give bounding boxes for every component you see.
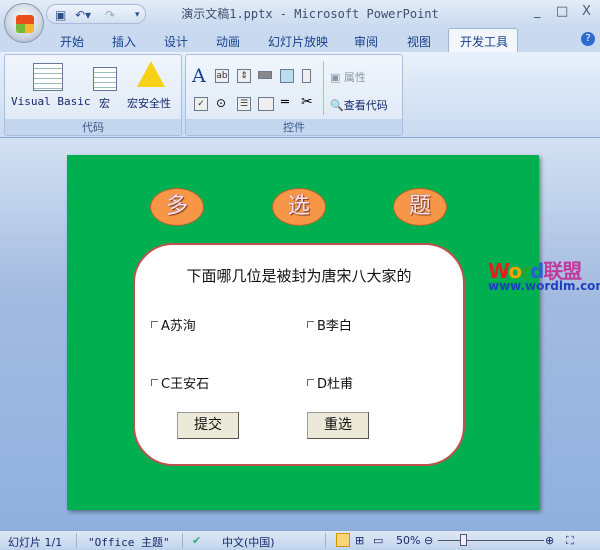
zoom-out-icon[interactable]: ⊖ xyxy=(424,534,433,547)
save-icon[interactable]: ▣ xyxy=(55,8,66,22)
quick-access-toolbar: ▣ ↶▾ ↷ ▾ xyxy=(46,4,146,24)
normal-view-icon[interactable] xyxy=(336,533,350,547)
tab-review[interactable]: 审阅 xyxy=(354,33,378,50)
button-control-icon[interactable] xyxy=(258,71,272,79)
controls-group: A ab ⇕ ✓ ⊙ ☰ ═ ✂ ▣ 属性 🔍查看代码 控件 xyxy=(185,54,403,136)
zoom-slider-thumb[interactable] xyxy=(460,534,467,546)
label-control-icon[interactable]: A xyxy=(192,65,206,87)
title-oval-3: 题 xyxy=(393,188,447,226)
listbox-control-icon[interactable] xyxy=(258,97,274,111)
option-a-label: A苏洵 xyxy=(161,319,196,334)
minimize-button[interactable]: _ xyxy=(534,4,541,19)
slide-counter: 幻灯片 1/1 xyxy=(8,536,63,549)
warning-icon xyxy=(137,61,165,87)
tab-home[interactable]: 开始 xyxy=(60,33,84,50)
question-text: 下面哪几位是被封为唐宋八大家的 xyxy=(186,267,412,285)
checkbox-icon xyxy=(307,379,314,386)
zoom-slider[interactable] xyxy=(438,540,544,541)
close-button[interactable]: X xyxy=(582,4,591,19)
tab-view[interactable]: 视图 xyxy=(407,33,431,50)
status-bar: 幻灯片 1/1 "Office 主题" ✔ 中文(中国) ⊞ ▭ 50% ⊖ ⊕… xyxy=(0,530,600,549)
checkbox-icon xyxy=(151,321,158,328)
visual-basic-button[interactable]: Visual Basic xyxy=(11,95,90,108)
radio-control-icon[interactable]: ⊙ xyxy=(216,96,226,110)
tab-animation[interactable]: 动画 xyxy=(216,33,240,50)
properties-label: 属性 xyxy=(343,71,366,84)
reset-button[interactable]: 重选 xyxy=(307,412,369,439)
checkbox-icon xyxy=(307,321,314,328)
customize-qat-icon[interactable]: ▾ xyxy=(135,10,140,20)
separator xyxy=(325,533,326,548)
textbox-control-icon[interactable]: ab xyxy=(215,69,229,83)
visual-basic-icon xyxy=(33,63,63,91)
macro-button[interactable]: 宏 xyxy=(99,95,110,111)
macro-icon xyxy=(93,67,117,91)
watermark-url: www.wordlm.com xyxy=(488,279,600,293)
tab-insert[interactable]: 插入 xyxy=(112,33,136,50)
zoom-in-icon[interactable]: ⊕ xyxy=(545,534,554,547)
help-icon[interactable]: ? xyxy=(581,32,595,46)
office-button[interactable] xyxy=(4,3,44,43)
theme-name[interactable]: "Office 主题" xyxy=(88,534,170,550)
code-group-label: 代码 xyxy=(5,119,181,135)
fit-to-window-icon[interactable]: ⛶ xyxy=(566,534,574,548)
checkbox-icon xyxy=(151,379,158,386)
redo-icon[interactable]: ↷ xyxy=(105,8,115,22)
combobox-control-icon[interactable]: ☰ xyxy=(237,97,251,111)
option-b-label: B李白 xyxy=(317,319,352,334)
option-b-checkbox[interactable]: B李白 xyxy=(307,315,352,334)
toggle-control-icon[interactable]: ═ xyxy=(281,95,289,110)
properties-button[interactable]: ▣ 属性 xyxy=(330,69,366,85)
zoom-level[interactable]: 50% xyxy=(396,534,420,547)
image-control-icon[interactable] xyxy=(280,69,294,83)
separator xyxy=(76,533,77,548)
option-c-label: C王安石 xyxy=(161,377,210,392)
more-controls-icon[interactable]: ✂ xyxy=(301,94,313,110)
maximize-button[interactable]: □ xyxy=(556,4,568,19)
checkbox-control-icon[interactable]: ✓ xyxy=(194,97,208,111)
spin-control-icon[interactable]: ⇕ xyxy=(237,69,251,83)
tab-developer[interactable]: 开发工具 xyxy=(460,33,508,50)
submit-button[interactable]: 提交 xyxy=(177,412,239,439)
undo-icon[interactable]: ↶▾ xyxy=(75,8,91,22)
question-panel: 下面哪几位是被封为唐宋八大家的 A苏洵 B李白 C王安石 D杜甫 提交 重选 xyxy=(133,243,465,466)
code-group: Visual Basic 宏 宏安全性 代码 xyxy=(4,54,182,136)
scrollbar-control-icon[interactable] xyxy=(302,69,311,83)
controls-group-label: 控件 xyxy=(186,119,402,135)
option-a-checkbox[interactable]: A苏洵 xyxy=(151,315,196,334)
office-logo-icon xyxy=(16,15,34,33)
tab-slideshow[interactable]: 幻灯片放映 xyxy=(268,33,328,50)
ribbon: Visual Basic 宏 宏安全性 代码 A ab ⇕ ✓ ⊙ ☰ ═ ✂ … xyxy=(0,52,600,138)
slideshow-view-icon[interactable]: ▭ xyxy=(373,534,383,547)
slide-sorter-icon[interactable]: ⊞ xyxy=(355,534,364,547)
option-d-label: D杜甫 xyxy=(317,377,354,392)
title-oval-1: 多 xyxy=(150,188,204,226)
option-c-checkbox[interactable]: C王安石 xyxy=(151,373,209,392)
view-code-label: 查看代码 xyxy=(343,99,388,112)
separator xyxy=(323,61,324,115)
option-d-checkbox[interactable]: D杜甫 xyxy=(307,373,353,392)
tab-design[interactable]: 设计 xyxy=(164,33,188,50)
separator xyxy=(182,533,183,548)
title-oval-2: 选 xyxy=(272,188,326,226)
view-code-button[interactable]: 🔍查看代码 xyxy=(330,97,388,113)
window-title: 演示文稿1.pptx - Microsoft PowerPoint xyxy=(181,7,439,21)
macro-security-button[interactable]: 宏安全性 xyxy=(127,95,171,111)
spellcheck-icon[interactable]: ✔ xyxy=(192,534,201,547)
language-indicator[interactable]: 中文(中国) xyxy=(222,534,275,550)
